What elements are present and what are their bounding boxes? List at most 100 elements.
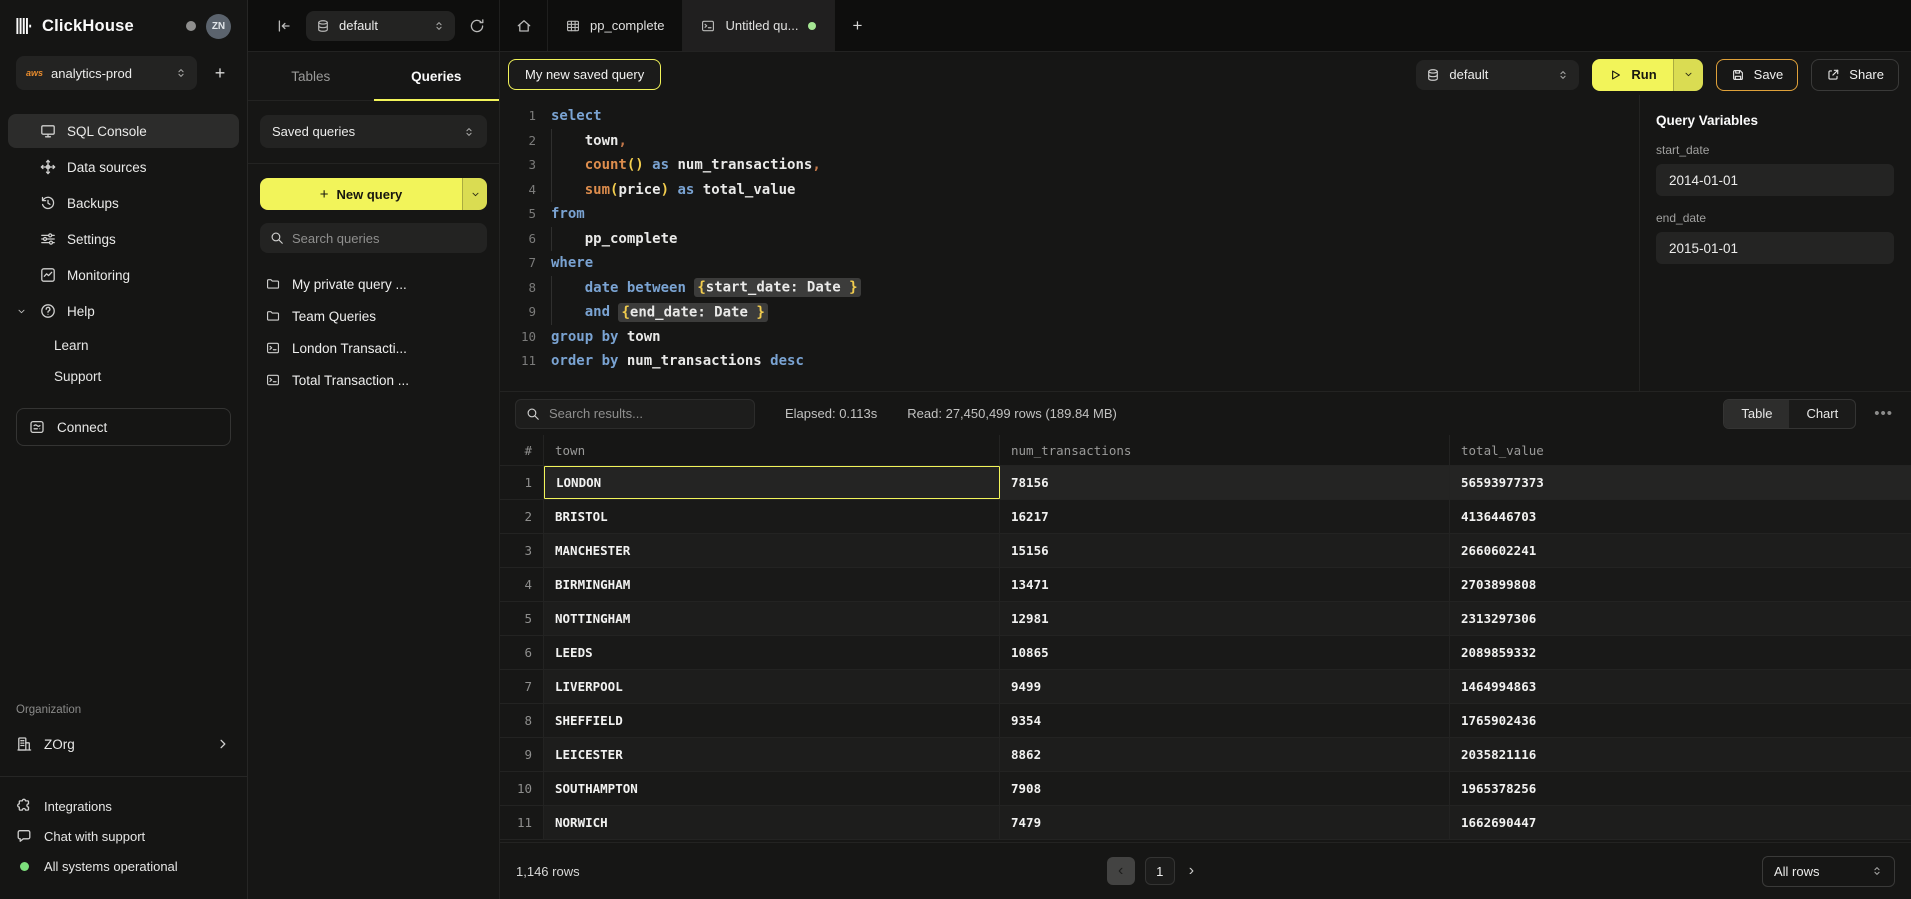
editor-database-selector[interactable]: default xyxy=(1416,60,1579,90)
cell-town[interactable]: SOUTHAMPTON xyxy=(544,772,1000,805)
column-header-index[interactable]: # xyxy=(500,435,544,465)
column-header-town[interactable]: town xyxy=(544,435,1000,465)
chevron-right-icon xyxy=(215,736,231,752)
user-avatar[interactable]: ZN xyxy=(206,14,231,39)
row-index: 7 xyxy=(500,670,544,703)
cluster-selector[interactable]: aws analytics-prod xyxy=(16,56,197,90)
prev-page-button[interactable]: ‹ xyxy=(1107,857,1135,885)
cell-town[interactable]: BRISTOL xyxy=(544,500,1000,533)
refresh-icon[interactable] xyxy=(469,18,485,34)
footer-item-label: All systems operational xyxy=(44,859,178,874)
cell-total-value[interactable]: 2703899808 xyxy=(1450,568,1911,601)
tab-label: pp_complete xyxy=(590,18,664,33)
page-number[interactable]: 1 xyxy=(1145,857,1175,885)
cell-num-transactions[interactable]: 78156 xyxy=(1000,466,1450,499)
cell-town[interactable]: NORWICH xyxy=(544,806,1000,839)
end-date-input[interactable]: 2015-01-01 xyxy=(1656,232,1894,264)
cell-num-transactions[interactable]: 8862 xyxy=(1000,738,1450,771)
sidebar-item-monitoring[interactable]: Monitoring xyxy=(8,258,239,292)
sidebar-item-sql-console[interactable]: SQL Console xyxy=(8,114,239,148)
chevron-updown-icon xyxy=(433,20,445,32)
run-options-dropdown[interactable] xyxy=(1673,59,1703,91)
chart-view-button[interactable]: Chart xyxy=(1789,400,1855,428)
cell-num-transactions[interactable]: 13471 xyxy=(1000,568,1450,601)
saved-query-london-transacti[interactable]: London Transacti... xyxy=(248,332,499,364)
cell-total-value[interactable]: 2035821116 xyxy=(1450,738,1911,771)
save-button[interactable]: Save xyxy=(1716,59,1799,91)
cell-town[interactable]: NOTTINGHAM xyxy=(544,602,1000,635)
sidebar-item-help[interactable]: Help xyxy=(8,294,239,328)
cell-num-transactions[interactable]: 9499 xyxy=(1000,670,1450,703)
saved-queries-filter[interactable]: Saved queries xyxy=(260,115,487,148)
footer-item-chat-with-support[interactable]: Chat with support xyxy=(16,821,231,851)
connect-label: Connect xyxy=(57,420,107,435)
cell-num-transactions[interactable]: 10865 xyxy=(1000,636,1450,669)
cell-total-value[interactable]: 1765902436 xyxy=(1450,704,1911,737)
cell-total-value[interactable]: 1965378256 xyxy=(1450,772,1911,805)
home-tab[interactable] xyxy=(500,0,548,51)
panel-tab-tables[interactable]: Tables xyxy=(248,52,374,100)
run-button[interactable]: Run xyxy=(1592,59,1702,91)
saved-query-team-queries[interactable]: Team Queries xyxy=(248,300,499,332)
cell-town[interactable]: LEEDS xyxy=(544,636,1000,669)
footer-item-integrations[interactable]: Integrations xyxy=(16,791,231,821)
column-header-total-value[interactable]: total_value xyxy=(1450,435,1911,465)
query-name-pill[interactable]: My new saved query xyxy=(508,59,661,90)
panel-tab-queries[interactable]: Queries xyxy=(374,52,500,100)
connect-button[interactable]: Connect xyxy=(16,408,231,446)
ellipsis-icon[interactable]: ••• xyxy=(1870,405,1897,422)
cell-num-transactions[interactable]: 16217 xyxy=(1000,500,1450,533)
search-queries-input[interactable]: Search queries xyxy=(260,223,487,253)
clickhouse-logo-icon xyxy=(16,18,32,34)
row-index: 4 xyxy=(500,568,544,601)
column-header-num-transactions[interactable]: num_transactions xyxy=(1000,435,1450,465)
monitoring-icon xyxy=(40,267,56,283)
cell-total-value[interactable]: 2089859332 xyxy=(1450,636,1911,669)
saved-query-total-transaction[interactable]: Total Transaction ... xyxy=(248,364,499,396)
share-button[interactable]: Share xyxy=(1811,59,1899,91)
cell-num-transactions[interactable]: 12981 xyxy=(1000,602,1450,635)
query-parameter-chip[interactable]: {start_date: Date } xyxy=(694,278,860,297)
query-parameter-chip[interactable]: {end_date: Date } xyxy=(618,303,767,322)
cell-town[interactable]: LEICESTER xyxy=(544,738,1000,771)
code-line: 9 and {end_date: Date } xyxy=(510,300,1639,325)
organization-item[interactable]: ZOrg xyxy=(0,726,247,762)
cell-num-transactions[interactable]: 7479 xyxy=(1000,806,1450,839)
sidebar-item-backups[interactable]: Backups xyxy=(8,186,239,220)
add-service-button[interactable]: + xyxy=(207,60,233,86)
tab-untitled-qu[interactable]: Untitled qu... xyxy=(683,0,835,51)
cell-num-transactions[interactable]: 9354 xyxy=(1000,704,1450,737)
cell-total-value[interactable]: 2660602241 xyxy=(1450,534,1911,567)
cell-total-value[interactable]: 4136446703 xyxy=(1450,500,1911,533)
saved-queries-filter-value: Saved queries xyxy=(272,124,355,139)
cell-total-value[interactable]: 1662690447 xyxy=(1450,806,1911,839)
cell-town[interactable]: MANCHESTER xyxy=(544,534,1000,567)
new-tab-button[interactable]: + xyxy=(835,0,879,51)
cell-total-value[interactable]: 1464994863 xyxy=(1450,670,1911,703)
cell-town[interactable]: BIRMINGHAM xyxy=(544,568,1000,601)
tab-pp-complete[interactable]: pp_complete xyxy=(548,0,683,51)
search-results-input[interactable]: Search results... xyxy=(515,399,755,429)
saved-query-my-private-query[interactable]: My private query ... xyxy=(248,268,499,300)
next-page-button[interactable]: › xyxy=(1185,862,1198,880)
new-query-dropdown[interactable] xyxy=(462,178,487,210)
sidebar-item-settings[interactable]: Settings xyxy=(8,222,239,256)
collapse-sidebar-icon[interactable] xyxy=(276,18,292,34)
page-size-selector[interactable]: All rows xyxy=(1762,856,1895,887)
cell-num-transactions[interactable]: 7908 xyxy=(1000,772,1450,805)
sql-editor[interactable]: 1select2 town,3 count() as num_transacti… xyxy=(500,95,1639,391)
cell-town[interactable]: LIVERPOOL xyxy=(544,670,1000,703)
start-date-input[interactable]: 2014-01-01 xyxy=(1656,164,1894,196)
cell-town[interactable]: LONDON xyxy=(544,466,1000,499)
cell-total-value[interactable]: 2313297306 xyxy=(1450,602,1911,635)
new-query-button[interactable]: + New query xyxy=(260,178,487,210)
cell-town[interactable]: SHEFFIELD xyxy=(544,704,1000,737)
cell-total-value[interactable]: 56593977373 xyxy=(1450,466,1911,499)
footer-item-all-systems-operational[interactable]: All systems operational xyxy=(16,851,231,881)
topbar-database-selector[interactable]: default xyxy=(306,11,455,41)
sidebar-item-data-sources[interactable]: Data sources xyxy=(8,150,239,184)
cell-num-transactions[interactable]: 15156 xyxy=(1000,534,1450,567)
table-view-button[interactable]: Table xyxy=(1724,400,1789,428)
sidebar-subitem-support[interactable]: Support xyxy=(0,361,247,392)
sidebar-subitem-learn[interactable]: Learn xyxy=(0,330,247,361)
